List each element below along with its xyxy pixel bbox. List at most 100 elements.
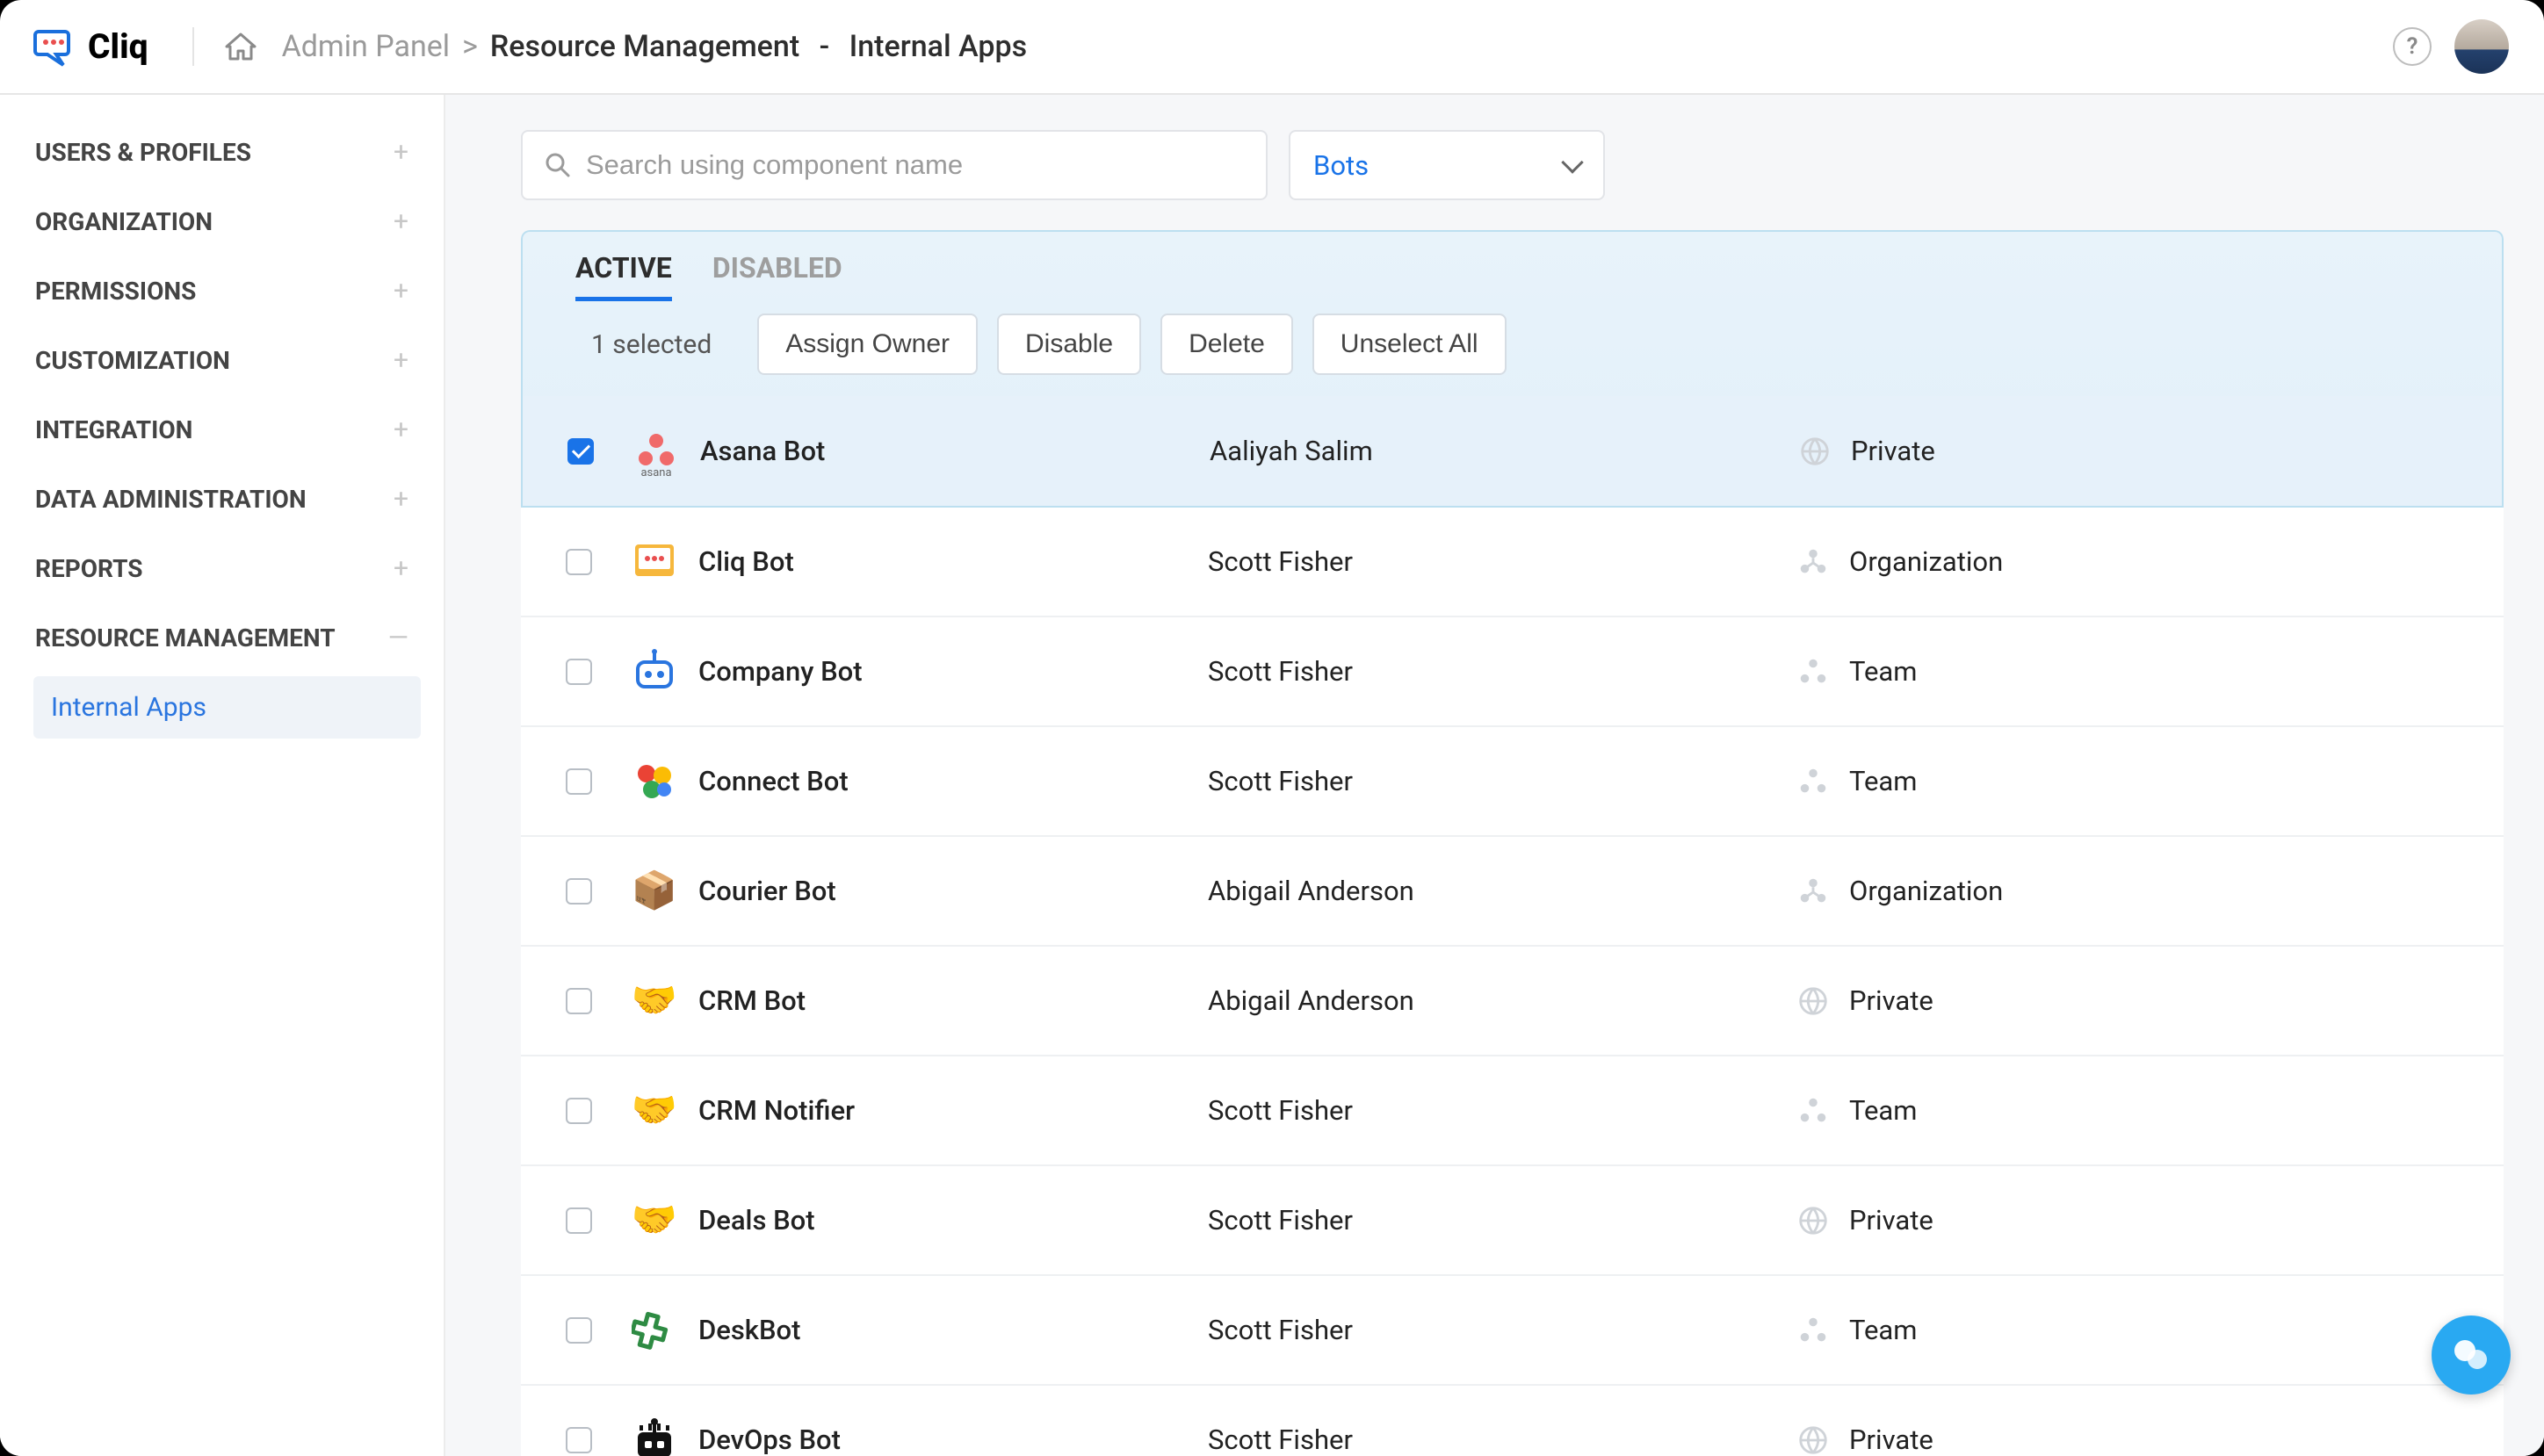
row-checkbox[interactable]: [566, 1098, 592, 1124]
row-visibility-label: Team: [1849, 765, 1918, 797]
table-row[interactable]: DeskBotScott FisherTeam: [521, 1276, 2504, 1386]
row-visibility: Private: [1796, 1424, 2470, 1456]
assign-owner-button[interactable]: Assign Owner: [757, 314, 978, 375]
row-checkbox[interactable]: [566, 878, 592, 905]
sidebar-item-permissions[interactable]: PERMISSIONS+: [23, 256, 421, 326]
row-bot-name: Company Bot: [698, 655, 1208, 688]
sidebar-item-label: INTEGRATION: [35, 415, 192, 444]
row-checkbox[interactable]: [566, 768, 592, 795]
table-row[interactable]: DevOps BotScott FisherPrivate: [521, 1386, 2504, 1456]
help-button[interactable]: ?: [2393, 27, 2432, 66]
row-checkbox[interactable]: [567, 438, 594, 465]
brand-name: Cliq: [88, 26, 148, 67]
row-owner: Abigail Anderson: [1208, 875, 1796, 907]
table-row[interactable]: 🤝 Deals BotScott Fisher Private: [521, 1166, 2504, 1276]
row-visibility-label: Private: [1849, 1204, 1933, 1236]
svg-text:asana: asana: [640, 466, 671, 478]
row-checkbox[interactable]: [566, 1317, 592, 1344]
table-row[interactable]: 🤝CRM BotAbigail AndersonPrivate: [521, 947, 2504, 1056]
row-checkbox-cell: [547, 1427, 611, 1453]
row-visibility: Team: [1796, 655, 2470, 688]
cliq-icon: [628, 536, 681, 588]
robot-icon: [628, 645, 681, 698]
expand-icon[interactable]: +: [394, 414, 408, 445]
table-row[interactable]: 🤝CRM NotifierScott FisherTeam: [521, 1056, 2504, 1166]
sidebar-item-data-administration[interactable]: DATA ADMINISTRATION +: [23, 465, 421, 534]
row-checkbox-cell: [547, 988, 611, 1014]
table-header: ACTIVE DISABLED 1 selected Assign Owner …: [521, 230, 2504, 508]
home-button[interactable]: [215, 21, 266, 72]
expand-icon[interactable]: +: [394, 345, 408, 376]
row-visibility: Private: [1798, 435, 2468, 468]
sidebar-item-label: CUSTOMIZATION: [35, 346, 230, 375]
row-visibility: Team: [1796, 1314, 2470, 1347]
tab-active[interactable]: ACTIVE: [575, 251, 672, 301]
expand-icon[interactable]: +: [394, 206, 408, 237]
crm-icon: 🤝: [628, 1194, 681, 1247]
row-visibility: Team: [1796, 1094, 2470, 1128]
sidebar-item-users-profiles[interactable]: USERS & PROFILES +: [23, 118, 421, 187]
brand-logo[interactable]: Cliq: [32, 25, 148, 68]
breadcrumb-root[interactable]: Admin Panel: [282, 29, 450, 64]
sidebar-item-customization[interactable]: CUSTOMIZATION +: [23, 326, 421, 395]
user-avatar[interactable]: [2454, 19, 2509, 74]
sidebar-item-label: REPORTS: [35, 554, 143, 583]
breadcrumb-separator: >: [462, 29, 478, 64]
cliq-logo-icon: [32, 25, 76, 68]
row-visibility-label: Private: [1849, 1424, 1933, 1456]
collapse-icon[interactable]: —: [388, 623, 408, 653]
selection-count: 1 selected: [575, 329, 727, 360]
sidebar-item-label: RESOURCE MANAGEMENT: [35, 623, 336, 652]
row-visibility: Organization: [1796, 545, 2470, 579]
table-row[interactable]: Company BotScott FisherTeam: [521, 617, 2504, 727]
row-checkbox[interactable]: [566, 1207, 592, 1234]
table-row[interactable]: asanaAsana BotAaliyah SalimPrivate: [523, 396, 2502, 506]
sidebar-item-resource-management[interactable]: RESOURCE MANAGEMENT —: [23, 603, 421, 673]
team-icon: [1796, 765, 1830, 798]
type-filter-value: Bots: [1313, 149, 1369, 182]
sidebar-item-organization[interactable]: ORGANIZATION+: [23, 187, 421, 256]
expand-icon[interactable]: +: [394, 553, 408, 584]
row-checkbox[interactable]: [566, 988, 592, 1014]
table-row[interactable]: Connect BotScott FisherTeam: [521, 727, 2504, 837]
row-bot-name: DeskBot: [698, 1314, 1208, 1346]
type-filter-select[interactable]: Bots: [1289, 130, 1605, 200]
search-box[interactable]: [521, 130, 1268, 200]
breadcrumb-dash: -: [812, 29, 836, 64]
row-visibility: Team: [1796, 765, 2470, 798]
row-visibility: Private: [1796, 1204, 2470, 1237]
row-owner: Scott Fisher: [1208, 1204, 1796, 1236]
row-icon-cell: 🤝: [611, 1085, 698, 1137]
row-checkbox[interactable]: [566, 549, 592, 575]
header-divider: [192, 27, 194, 66]
tab-disabled[interactable]: DISABLED: [712, 251, 842, 301]
chevron-down-icon: [1561, 151, 1583, 173]
chat-fab[interactable]: [2432, 1315, 2511, 1395]
sidebar-item-label: USERS & PROFILES: [35, 138, 251, 167]
expand-icon[interactable]: +: [394, 137, 408, 168]
row-checkbox[interactable]: [566, 1427, 592, 1453]
expand-icon[interactable]: +: [394, 276, 408, 306]
row-checkbox-cell: [549, 438, 612, 465]
crm-icon: 🤝: [628, 1085, 681, 1137]
delete-button[interactable]: Delete: [1160, 314, 1293, 375]
row-checkbox[interactable]: [566, 659, 592, 685]
sidebar-item-label: DATA ADMINISTRATION: [35, 485, 307, 514]
row-visibility: Organization: [1796, 875, 2470, 908]
sidebar-item-integration[interactable]: INTEGRATION +: [23, 395, 421, 465]
sidebar-item-reports[interactable]: REPORTS +: [23, 534, 421, 603]
row-owner: Aaliyah Salim: [1210, 435, 1798, 467]
row-checkbox-cell: [547, 659, 611, 685]
disable-button[interactable]: Disable: [997, 314, 1141, 375]
search-input[interactable]: [586, 149, 1245, 181]
row-bot-name: Deals Bot: [698, 1204, 1208, 1236]
sidebar-subitem-internal-apps[interactable]: Internal Apps: [33, 676, 421, 739]
unselect-all-button[interactable]: Unselect All: [1312, 314, 1507, 375]
row-icon-cell: 🤝: [611, 975, 698, 1027]
row-icon-cell: [611, 755, 698, 808]
expand-icon[interactable]: +: [394, 484, 408, 515]
table-row[interactable]: Cliq BotScott FisherOrganization: [521, 508, 2504, 617]
row-owner: Scott Fisher: [1208, 1424, 1796, 1456]
table-row[interactable]: 📦Courier BotAbigail AndersonOrganization: [521, 837, 2504, 947]
team-icon: [1796, 1094, 1830, 1128]
